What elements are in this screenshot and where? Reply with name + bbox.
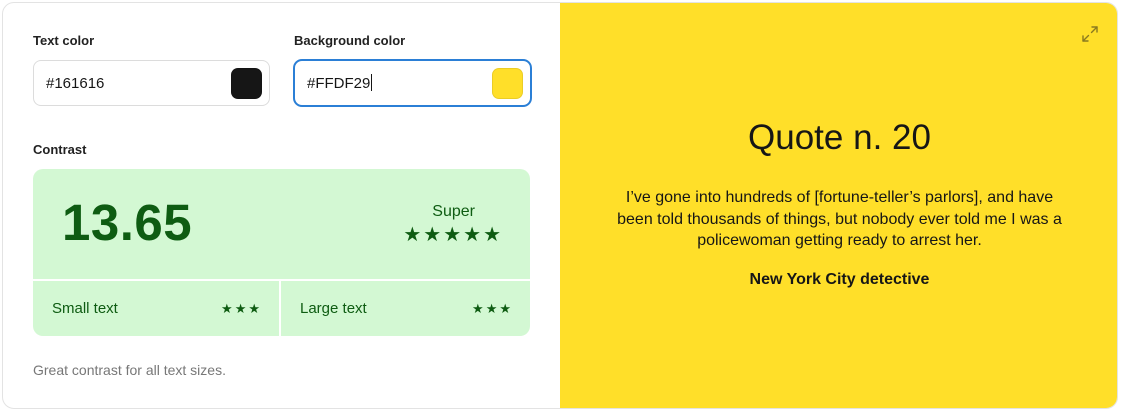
- contrast-rating: Super: [432, 203, 475, 220]
- star-icon: ★: [221, 301, 233, 316]
- star-icon: ★: [499, 301, 511, 316]
- background-color-value[interactable]: #FFDF29: [307, 75, 370, 92]
- small-text-result: Small text ★ ★ ★: [33, 281, 279, 336]
- background-color-input[interactable]: #FFDF29: [307, 74, 492, 92]
- contrast-summary: 13.65 Super ★ ★ ★ ★ ★: [33, 169, 530, 279]
- small-text-label: Small text: [52, 300, 118, 317]
- large-text-stars: ★ ★ ★: [472, 302, 511, 315]
- quote-title: Quote n. 20: [748, 118, 931, 157]
- star-icon: ★: [463, 224, 482, 246]
- contrast-checker-card: Text color #161616 Background color #FFD…: [2, 2, 1118, 409]
- large-text-label: Large text: [300, 300, 367, 317]
- text-color-value[interactable]: #161616: [46, 75, 231, 92]
- contrast-note: Great contrast for all text sizes.: [33, 362, 226, 378]
- star-icon: ★: [443, 224, 462, 246]
- star-icon: ★: [234, 301, 247, 316]
- text-color-label: Text color: [33, 33, 95, 48]
- star-icon: ★: [483, 224, 501, 246]
- star-icon: ★: [472, 301, 484, 316]
- star-icon: ★: [403, 224, 422, 246]
- preview-panel: Quote n. 20 I’ve gone into hundreds of […: [560, 3, 1117, 408]
- text-color-swatch[interactable]: [231, 67, 262, 99]
- background-color-label: Background color: [294, 33, 406, 48]
- small-text-stars: ★ ★ ★: [221, 302, 260, 315]
- text-color-field[interactable]: #161616: [33, 60, 270, 106]
- contrast-label: Contrast: [33, 142, 87, 157]
- star-icon: ★: [423, 224, 442, 246]
- star-icon: ★: [248, 301, 260, 316]
- contrast-result-box: 13.65 Super ★ ★ ★ ★ ★ Small text ★ ★ ★ Large t…: [33, 169, 530, 336]
- contrast-ratio: 13.65: [62, 194, 193, 251]
- quote-text: I’ve gone into hundreds of [fortune-tell…: [617, 189, 1062, 249]
- expand-icon[interactable]: [1081, 25, 1099, 43]
- text-caret: [371, 74, 373, 91]
- star-icon: ★: [485, 301, 498, 316]
- background-color-field[interactable]: #FFDF29: [294, 60, 531, 106]
- large-text-result: Large text ★ ★ ★: [281, 281, 530, 336]
- quote-author: New York City detective: [749, 271, 930, 288]
- background-color-swatch[interactable]: [492, 67, 523, 99]
- rating-stars: ★ ★ ★ ★ ★: [403, 225, 501, 245]
- controls-panel: Text color #161616 Background color #FFD…: [3, 3, 560, 408]
